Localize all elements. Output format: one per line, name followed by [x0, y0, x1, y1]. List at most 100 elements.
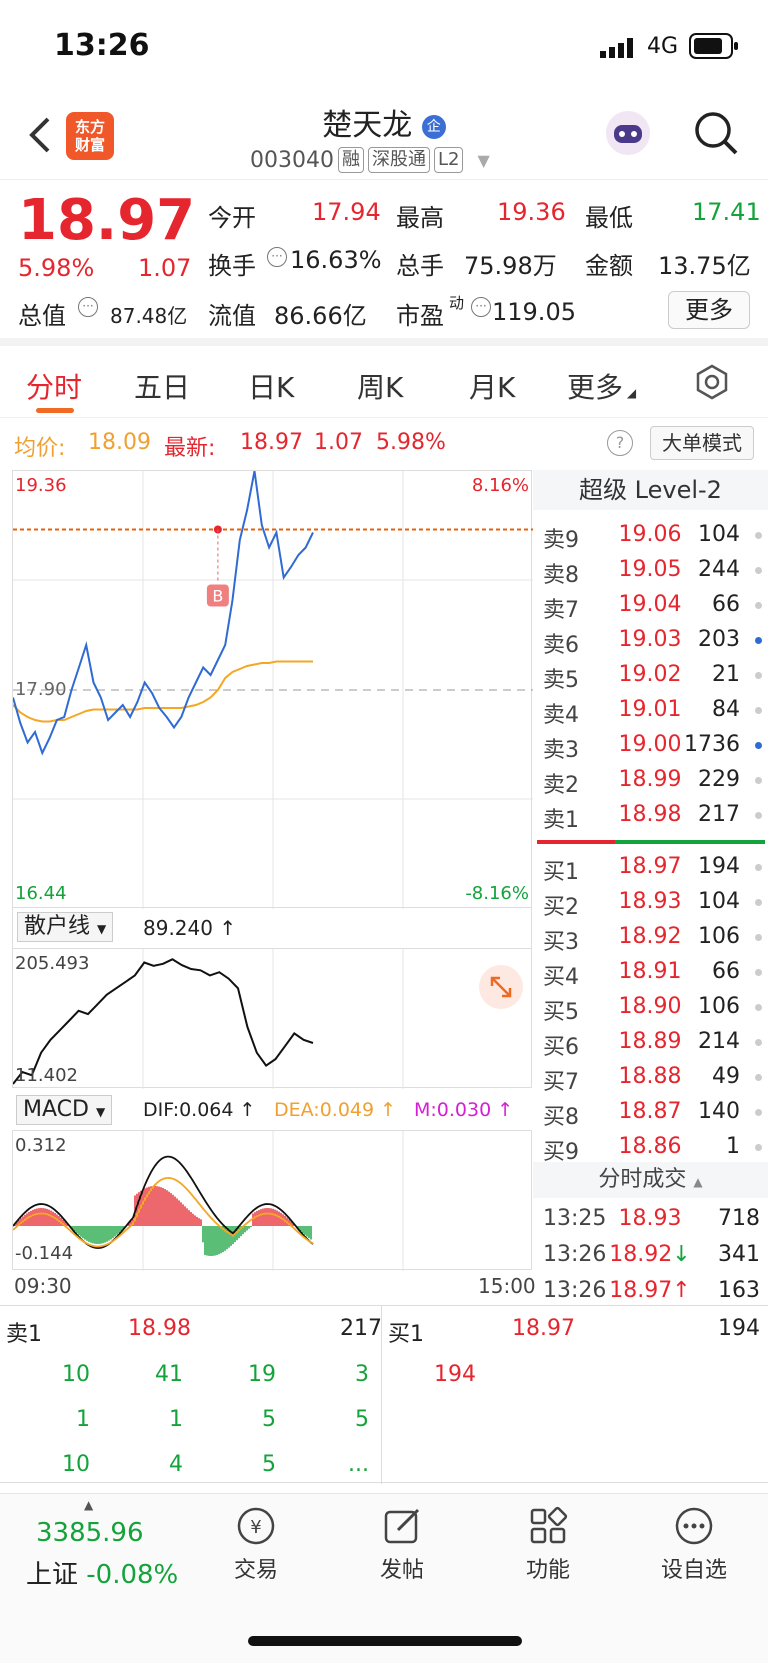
- ask-row[interactable]: 卖7 19.04 66: [533, 588, 768, 623]
- tab-more[interactable]: 更多 ◢: [567, 366, 636, 406]
- home-indicator: [248, 1636, 522, 1646]
- level-queue-table: 卖1 18.98 217 买1 18.97 194 10 41 19 3 1 1 5 5 10 4…: [0, 1305, 768, 1484]
- nav-function[interactable]: 功能: [498, 1504, 598, 1584]
- pe-sup: 动: [449, 294, 465, 312]
- bid-row[interactable]: 买6 18.89 214: [533, 1025, 768, 1060]
- bid-volume: 104: [698, 889, 740, 914]
- bid-row[interactable]: 买2 18.93 104: [533, 885, 768, 920]
- sell-queue-item: 5: [262, 1407, 276, 1432]
- ask-price: 18.99: [618, 767, 682, 792]
- info-icon[interactable]: ···: [471, 297, 491, 317]
- ask-volume: 66: [712, 592, 740, 617]
- tab-monthly-k[interactable]: 月K: [469, 366, 515, 406]
- bid-price: 18.89: [618, 1029, 682, 1054]
- trade-time: 13:26: [543, 1278, 607, 1303]
- info-icon[interactable]: ···: [267, 247, 287, 267]
- ask-row[interactable]: 卖5 19.02 21: [533, 658, 768, 693]
- bid-row[interactable]: 买3 18.92 106: [533, 920, 768, 955]
- trades-title-label: 分时成交: [598, 1167, 687, 1192]
- ask-volume: 104: [698, 522, 740, 547]
- retail-line-chart[interactable]: 205.493 11.402: [12, 948, 532, 1089]
- sell-queue-item: 10: [62, 1362, 90, 1387]
- macd-dif: DIF:0.064 ↑: [143, 1099, 256, 1121]
- bid-price: 18.91: [618, 959, 682, 984]
- ask-volume: 217: [698, 802, 740, 827]
- bid-row[interactable]: 买1 18.97 194: [533, 850, 768, 885]
- robot-avatar-icon[interactable]: [604, 109, 652, 161]
- time-start: 09:30: [14, 1274, 72, 1298]
- price-line: [12, 470, 314, 756]
- bid-row[interactable]: 买8 18.87 140: [533, 1095, 768, 1130]
- trade-row: 13:26 18.92↓ 341: [533, 1238, 768, 1273]
- ask-dot-icon: [755, 532, 762, 539]
- bid-row[interactable]: 买7 18.88 49: [533, 1060, 768, 1095]
- chart-pct-top: 8.16%: [471, 475, 529, 496]
- nav-watchlist[interactable]: 设自选: [644, 1504, 744, 1584]
- ask-row[interactable]: 卖4 19.01 84: [533, 693, 768, 728]
- nav-trade[interactable]: ¥ 交易: [206, 1504, 306, 1584]
- info-icon[interactable]: ···: [78, 297, 98, 317]
- expand-icon[interactable]: [479, 965, 523, 1009]
- more-button[interactable]: 更多: [668, 291, 750, 329]
- index-value[interactable]: 3385.96: [36, 1518, 144, 1548]
- bid-row[interactable]: 买4 18.91 66: [533, 955, 768, 990]
- status-bar: 13:26 4G: [0, 0, 768, 95]
- chart-y-top: 19.36: [15, 475, 67, 496]
- ask-row[interactable]: 卖3 19.00 1736: [533, 728, 768, 763]
- trades-title[interactable]: 分时成交 ▲: [533, 1162, 768, 1198]
- ask-level: 卖1: [543, 808, 579, 833]
- index-row[interactable]: 上证 -0.08%: [26, 1554, 178, 1591]
- ask-price: 19.01: [618, 697, 682, 722]
- tab-weekly-k[interactable]: 周K: [357, 366, 403, 406]
- bid-dot-icon: [755, 934, 762, 941]
- intraday-chart[interactable]: B 19.36 8.16% 17.90 16.44 -8.16%: [12, 470, 533, 909]
- bid-volume: 106: [698, 994, 740, 1019]
- ask-row[interactable]: 卖2 18.99 229: [533, 763, 768, 798]
- pe-label: 市盈: [396, 302, 444, 330]
- nav-watchlist-label: 设自选: [660, 1558, 727, 1583]
- level-sell-price: 18.98: [128, 1316, 191, 1341]
- gear-icon[interactable]: [694, 364, 730, 404]
- macd-dea: DEA:0.049 ↑: [274, 1099, 397, 1121]
- pe-value: 119.05: [492, 298, 576, 326]
- bid-volume: 194: [698, 854, 740, 879]
- ask-row[interactable]: 卖1 18.98 217: [533, 798, 768, 833]
- ask-volume: 84: [712, 697, 740, 722]
- change-value: 1.07: [138, 254, 192, 282]
- help-icon[interactable]: ?: [607, 430, 633, 456]
- tab-daily-k[interactable]: 日K: [248, 366, 294, 406]
- retail-top: 205.493: [15, 953, 90, 974]
- ask-level: 卖4: [543, 703, 579, 728]
- macd-chart[interactable]: 0.312 -0.144: [12, 1130, 532, 1271]
- macd-dropdown[interactable]: MACD ▼: [16, 1095, 113, 1125]
- trade-volume: 718: [718, 1206, 760, 1231]
- ask-row[interactable]: 卖9 19.06 104: [533, 518, 768, 553]
- ask-level: 卖2: [543, 773, 579, 798]
- bid-level: 买6: [543, 1035, 579, 1060]
- stock-code-row[interactable]: 003040 融 深股通 L2 ▼: [250, 147, 490, 173]
- tab-underline: [36, 408, 74, 413]
- retail-line-dropdown[interactable]: 散户线 ▼: [17, 912, 114, 942]
- nav-post[interactable]: 发帖: [352, 1504, 452, 1584]
- ask-volume: 1736: [684, 732, 740, 757]
- nav-trade-label: 交易: [233, 1558, 278, 1583]
- ask-row[interactable]: 卖8 19.05 244: [533, 553, 768, 588]
- trade-price: 18.93: [618, 1206, 682, 1231]
- bid-price: 18.93: [618, 889, 682, 914]
- bid-row[interactable]: 买5 18.90 106: [533, 990, 768, 1025]
- bid-level: 买5: [543, 1000, 579, 1025]
- ask-row[interactable]: 卖6 19.03 203: [533, 623, 768, 658]
- order-book: 超级 Level-2 卖9 19.06 104 卖8 19.05 244 卖7 19.04 66…: [533, 470, 768, 1303]
- bid-row[interactable]: 买9 18.86 1: [533, 1130, 768, 1165]
- latest-change: 1.07: [314, 430, 363, 455]
- tab-intraday[interactable]: 分时: [26, 366, 82, 406]
- big-order-mode-button[interactable]: 大单模式: [650, 426, 754, 460]
- tag-connect: 深股通: [367, 147, 430, 173]
- tab-five-day[interactable]: 五日: [134, 366, 190, 406]
- search-icon[interactable]: [692, 109, 740, 161]
- last-price: 18.97: [18, 188, 196, 253]
- bid-level: 买7: [543, 1070, 579, 1095]
- bid-price: 18.88: [618, 1064, 682, 1089]
- quote-panel: 18.97 5.98% 1.07 今开 17.94 最高 19.36 最低 17…: [0, 180, 768, 346]
- ask-volume: 203: [698, 627, 740, 652]
